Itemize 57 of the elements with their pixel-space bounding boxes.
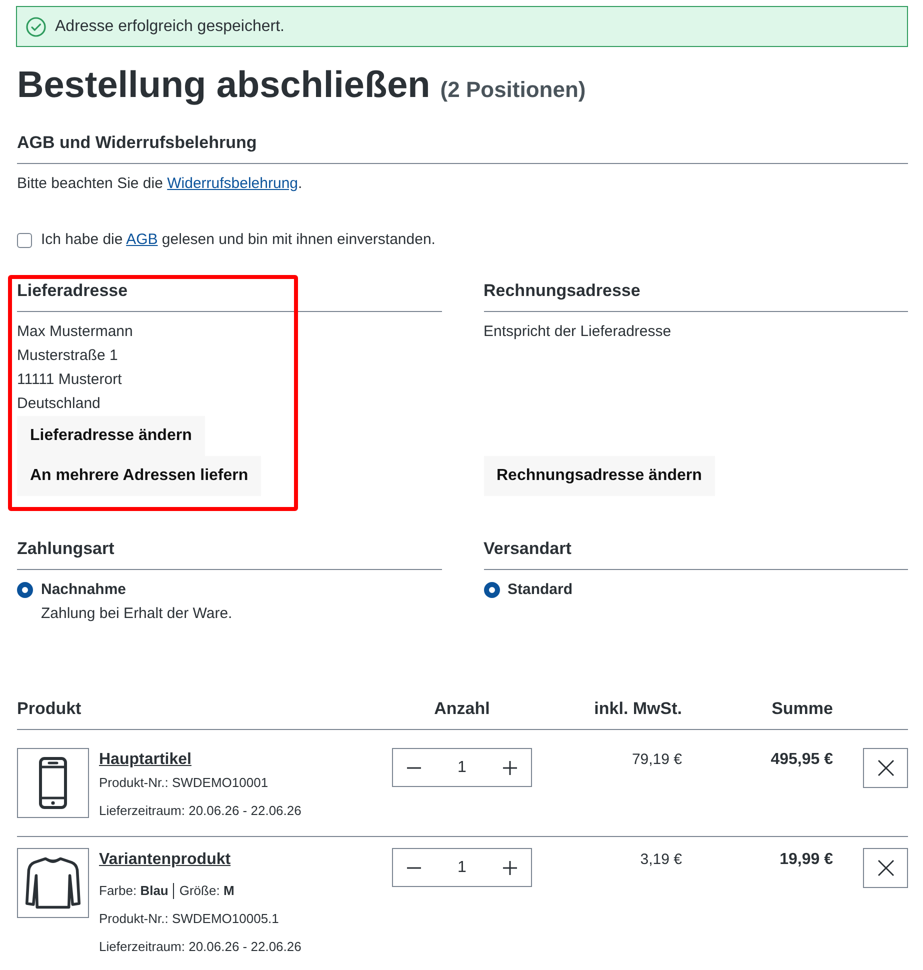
address-line: 11111 Musterort	[17, 370, 123, 390]
minus-icon	[407, 866, 421, 868]
remove-button[interactable]	[863, 848, 908, 888]
address-line: Entspricht der Lieferadresse	[484, 322, 672, 342]
phone-icon	[39, 757, 67, 809]
product-number: Produkt-Nr.: SWDEMO10001	[99, 774, 268, 792]
column-header: Summe	[770, 698, 833, 720]
notice-text: Bitte beachten Sie die Widerrufsbelehrung.	[17, 174, 304, 194]
section-heading: Zahlungsart	[17, 538, 116, 560]
method-description: Zahlung bei Erhalt der Ware.	[41, 604, 234, 624]
check-circle-icon	[26, 16, 46, 36]
delivery-period: Lieferzeitraum: 20.06.26 - 22.06.26	[99, 802, 302, 820]
line-total: 19,99 €	[778, 850, 833, 870]
terms-link[interactable]: AGB	[126, 231, 158, 248]
product-link[interactable]: Hauptartikel	[99, 748, 192, 772]
product-link[interactable]: Variantenprodukt	[99, 848, 231, 872]
method-name: Standard	[508, 580, 573, 600]
address-line: Deutschland	[17, 394, 102, 414]
line-total: 495,95 €	[770, 750, 833, 770]
address-button[interactable]: Rechnungsadresse ändern	[484, 456, 715, 496]
item-count: (2 Positionen)	[440, 77, 586, 103]
column-header: Produkt	[17, 698, 82, 720]
method-name: Nachnahme	[41, 580, 126, 600]
page-title: Bestellung abschließen	[17, 63, 430, 107]
alert-message: Adresse erfolgreich gespeichert.	[55, 18, 284, 36]
checkbox[interactable]	[17, 232, 32, 248]
unit-price: 79,19 €	[630, 750, 682, 770]
section-heading: AGB und Widerrufsbelehrung	[17, 132, 258, 154]
section-heading: Rechnungsadresse	[484, 280, 642, 302]
quantity-field[interactable]: 1	[435, 849, 489, 886]
unit-price: 3,19 €	[639, 850, 682, 870]
column-header: Anzahl	[433, 698, 491, 720]
close-icon	[878, 860, 894, 876]
close-icon	[878, 760, 894, 776]
shirt-icon	[25, 855, 81, 911]
radio-button[interactable]	[484, 582, 500, 598]
quantity-field[interactable]: 1	[435, 749, 489, 786]
product-number: Produkt-Nr.: SWDEMO10005.1	[99, 910, 279, 928]
address-button[interactable]: Lieferadresse ändern	[17, 416, 205, 456]
variant-attribute: Größe: M	[179, 882, 234, 900]
consent-label: Ich habe die AGB gelesen und bin mit ihnen einverstanden.	[41, 230, 436, 250]
address-line: Musterstraße 1	[17, 346, 119, 366]
radio-button[interactable]	[17, 582, 33, 598]
quantity-stepper[interactable]: 1	[392, 748, 532, 787]
quantity-stepper[interactable]: 1	[392, 848, 532, 887]
address-line: Max Mustermann	[17, 322, 134, 342]
withdrawal-link[interactable]: Widerrufsbelehrung	[167, 175, 298, 192]
address-button[interactable]: An mehrere Adressen liefern	[17, 456, 262, 496]
remove-button[interactable]	[863, 748, 908, 788]
section-heading: Versandart	[484, 538, 572, 560]
column-header: inkl. MwSt.	[593, 698, 682, 720]
plus-icon	[503, 860, 517, 874]
minus-icon	[407, 766, 421, 768]
variant-attribute: Farbe: Blau	[99, 882, 168, 900]
section-heading: Lieferadresse	[17, 280, 129, 302]
plus-icon	[503, 760, 517, 774]
delivery-period: Lieferzeitraum: 20.06.26 - 22.06.26	[99, 938, 302, 956]
